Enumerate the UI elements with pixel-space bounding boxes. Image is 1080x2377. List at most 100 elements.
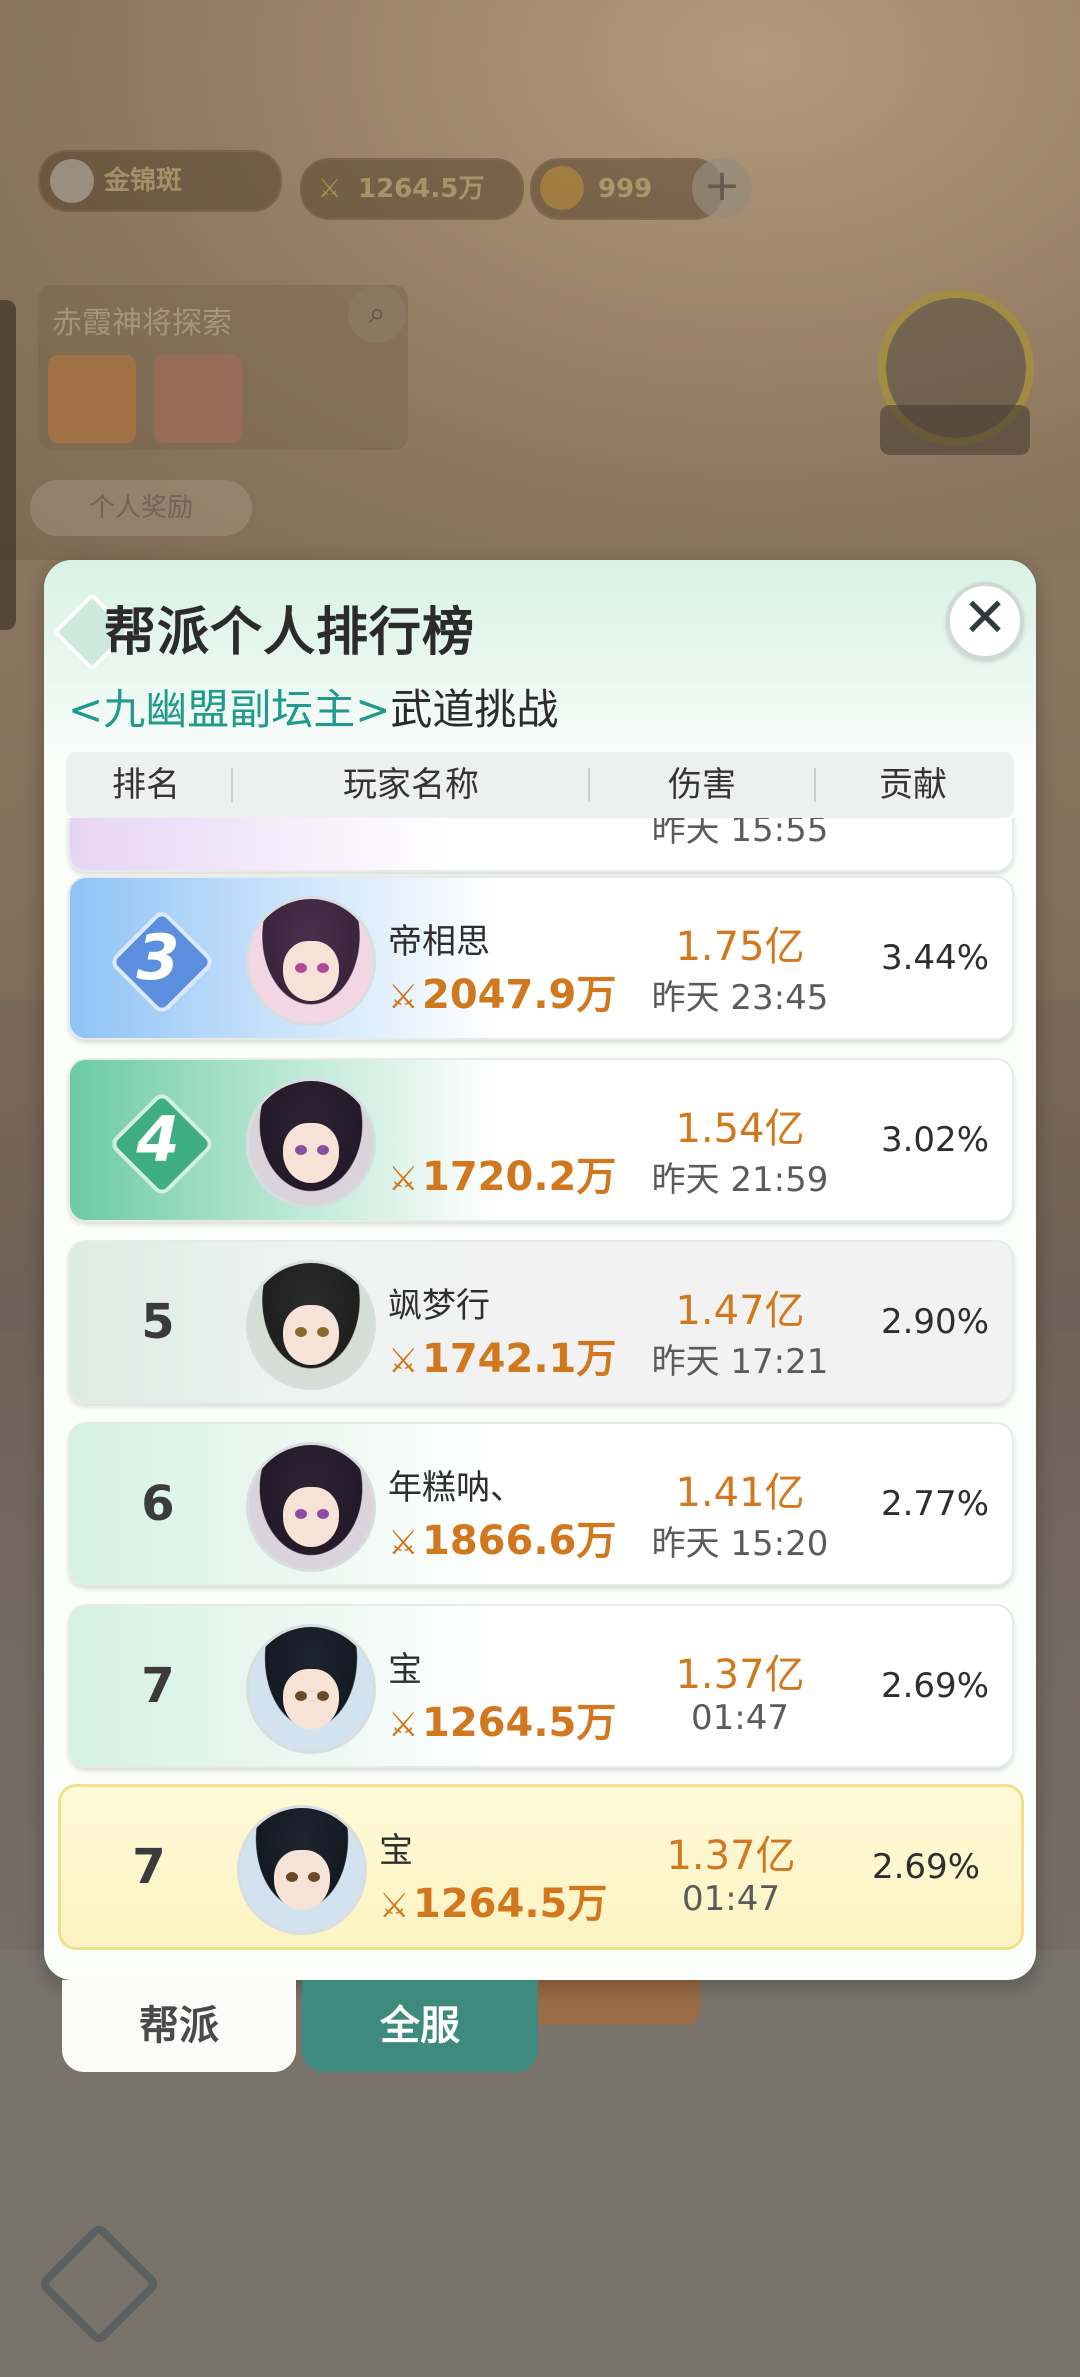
gem-icon — [540, 166, 584, 210]
player-name: 飒梦行 — [388, 1286, 490, 1326]
avatar-eye — [286, 1872, 298, 1882]
power-value: ⚔1866.6万 — [388, 1508, 616, 1566]
attack-time: 昨天 23:45 — [651, 978, 829, 1018]
side-drawer-handle — [0, 300, 16, 630]
table-row[interactable]: 5 飒梦行 ⚔1742.1万 1.47亿 昨天 17:21 2.90% — [68, 1240, 1014, 1404]
hud-currency-pill: ⚔ 1264.5万 — [300, 158, 524, 220]
attack-time: 昨天 15:55 — [651, 818, 829, 850]
table-row[interactable]: 7 宝 ⚔1264.5万 1.37亿 01:47 2.69% — [68, 1604, 1014, 1768]
avatar-face — [283, 941, 339, 1001]
avatar-eye — [317, 1145, 329, 1155]
divider — [231, 768, 233, 802]
self-rank-row[interactable]: 7 宝 ⚔1264.5万 1.37亿 01:47 2.69% — [58, 1784, 1024, 1950]
damage-value: 1.41亿 — [675, 1470, 805, 1516]
divider — [814, 768, 816, 802]
rank-number: 3 — [136, 921, 180, 994]
tab-guild[interactable]: 帮派 — [62, 1980, 296, 2072]
divider — [588, 768, 590, 802]
crossed-swords-icon: ⚔ — [388, 977, 419, 1017]
contribution-value: 3.44% — [880, 938, 989, 978]
avatar-eye — [295, 1691, 307, 1701]
subtitle: <九幽盟副坛主>武道挑战 — [68, 676, 558, 737]
ranking-list[interactable]: 昨天 15:55 3 帝相思 ⚔2047.9万 1.75亿 昨天 23:45 3… — [44, 818, 1036, 1848]
avatar-eye — [317, 963, 329, 973]
avatar — [246, 1260, 376, 1390]
avatar-eye — [295, 963, 307, 973]
game-background — [0, 0, 1080, 560]
background-panel-title: 赤霞神将探索 — [52, 306, 232, 341]
attack-time: 昨天 15:20 — [651, 1524, 829, 1564]
table-row[interactable]: 3 帝相思 ⚔2047.9万 1.75亿 昨天 23:45 3.44% — [68, 876, 1014, 1040]
tab-server[interactable]: 全服 — [302, 1980, 538, 2072]
power-number: 1742.1万 — [422, 1336, 617, 1382]
attack-time: 昨天 17:21 — [651, 1342, 829, 1382]
contribution-value: 2.77% — [880, 1484, 989, 1524]
hud-gem-value: 999 — [598, 174, 653, 204]
avatar-face — [283, 1487, 339, 1547]
avatar-eye — [295, 1145, 307, 1155]
crossed-swords-icon: ⚔ — [318, 174, 342, 204]
damage-value: 1.47亿 — [675, 1288, 805, 1334]
power-value: ⚔1264.5万 — [388, 1690, 616, 1748]
avatar-eye — [317, 1327, 329, 1337]
guild-role: <九幽盟副坛主> — [68, 685, 391, 734]
rank-number: 7 — [141, 1658, 175, 1714]
player-name: 宝 — [388, 1650, 422, 1690]
power-value: ⚔1720.2万 — [388, 1144, 616, 1202]
avatar — [246, 896, 376, 1026]
power-number: 1264.5万 — [422, 1700, 617, 1746]
avatar-eye — [317, 1691, 329, 1701]
table-row[interactable]: 6 年糕呐、 ⚔1866.6万 1.41亿 昨天 15:20 2.77% — [68, 1422, 1014, 1586]
damage-value: 1.75亿 — [675, 924, 805, 970]
hud-label: 金锦斑 — [104, 166, 183, 196]
attack-time: 昨天 21:59 — [651, 1160, 829, 1200]
avatar — [246, 1624, 376, 1754]
power-value: ⚔1264.5万 — [379, 1871, 607, 1929]
attack-time: 01:47 — [691, 1698, 789, 1738]
avatar-face — [283, 1669, 339, 1729]
hud-profile-pill: 金锦斑 — [38, 150, 282, 212]
contribution-value: 3.02% — [880, 1120, 989, 1160]
avatar-face — [274, 1850, 330, 1910]
crossed-swords-icon: ⚔ — [379, 1886, 410, 1926]
avatar-eye — [295, 1327, 307, 1337]
ranking-modal: 帮派个人排行榜 ✕ <九幽盟副坛主>武道挑战 排名 玩家名称 伤害 贡献 昨天 … — [44, 560, 1036, 1980]
crossed-swords-icon: ⚔ — [388, 1705, 419, 1745]
avatar — [246, 1078, 376, 1208]
hud-currency-value: 1264.5万 — [358, 174, 485, 204]
close-button[interactable]: ✕ — [946, 582, 1024, 660]
add-currency-button: + — [692, 158, 752, 218]
contribution-value: 2.69% — [880, 1666, 989, 1706]
table-row[interactable]: 4 ⚔1720.2万 1.54亿 昨天 21:59 3.02% — [68, 1058, 1014, 1222]
avatar-face — [283, 1123, 339, 1183]
crossed-swords-icon: ⚔ — [388, 1159, 419, 1199]
table-row[interactable]: 昨天 15:55 — [68, 818, 1014, 872]
column-rank: 排名 — [112, 765, 180, 805]
rank-number: 6 — [141, 1476, 175, 1532]
player-name: 年糕呐、 — [388, 1468, 524, 1508]
avatar-face — [283, 1305, 339, 1365]
contribution-value: 2.90% — [880, 1302, 989, 1342]
column-header: 排名 玩家名称 伤害 贡献 — [66, 752, 1014, 818]
rank-number: 7 — [132, 1839, 166, 1895]
damage-value: 1.37亿 — [675, 1652, 805, 1698]
avatar-eye — [317, 1509, 329, 1519]
crossed-swords-icon: ⚔ — [388, 1523, 419, 1563]
contribution-value: 2.69% — [871, 1847, 980, 1887]
power-number: 2047.9万 — [422, 972, 617, 1018]
personal-reward-pill: 个人奖励 — [30, 480, 252, 536]
column-player: 玩家名称 — [343, 765, 479, 805]
item-icon — [48, 355, 136, 443]
player-icon — [50, 159, 94, 203]
power-number: 1264.5万 — [413, 1881, 608, 1927]
power-value: ⚔1742.1万 — [388, 1326, 616, 1384]
power-value: ⚔2047.9万 — [388, 962, 616, 1020]
rank-badge: 3 — [108, 908, 216, 1016]
power-number: 1866.6万 — [422, 1518, 617, 1564]
avatar — [237, 1805, 367, 1935]
damage-value: 1.37亿 — [666, 1833, 796, 1879]
modal-title: 帮派个人排行榜 — [104, 603, 476, 663]
column-damage: 伤害 — [668, 765, 736, 805]
column-contribution: 贡献 — [879, 765, 947, 805]
crossed-swords-icon: ⚔ — [388, 1341, 419, 1381]
